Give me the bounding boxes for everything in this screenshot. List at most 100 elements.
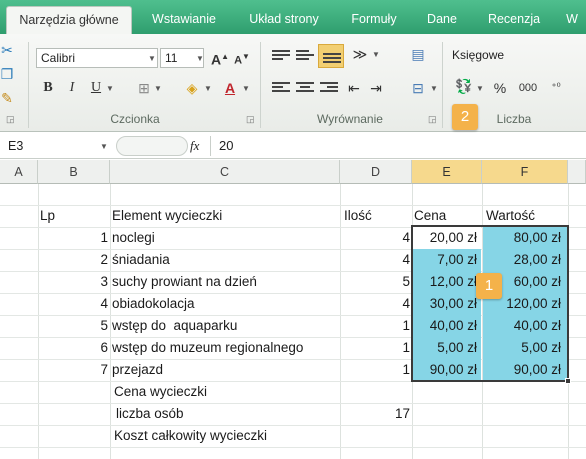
thousands-button[interactable]: 000 <box>514 78 542 100</box>
tab-view[interactable]: W <box>560 6 584 34</box>
cell-lp[interactable]: 1 <box>38 227 108 249</box>
column-header-b[interactable]: B <box>38 160 110 184</box>
shrink-font-button[interactable]: A▼ <box>232 47 252 69</box>
tab-review[interactable]: Recenzja <box>478 6 550 34</box>
tab-formulas[interactable]: Formuły <box>342 6 406 34</box>
header-lp[interactable]: Lp <box>40 205 55 227</box>
cell-ilosc[interactable]: 5 <box>340 271 410 293</box>
chevron-down-icon[interactable]: ▼ <box>154 84 162 93</box>
cut-icon[interactable]: ✂ <box>0 40 14 62</box>
wrap-text-icon[interactable]: ▤ <box>408 44 428 66</box>
cell-wartosc[interactable]: 5,00 zł <box>483 337 567 359</box>
cell-cena[interactable]: 7,00 zł <box>413 249 481 271</box>
chevron-down-icon[interactable]: ▼ <box>204 84 212 93</box>
header-element[interactable]: Element wycieczki <box>112 205 222 227</box>
summary-koszt-label[interactable]: Koszt całkowity wycieczki <box>114 425 267 447</box>
cell-lp[interactable]: 4 <box>38 293 108 315</box>
chevron-down-icon[interactable]: ▼ <box>148 54 156 63</box>
fill-color-icon[interactable]: ◈ <box>182 78 202 100</box>
align-right-icon[interactable] <box>320 80 338 94</box>
chevron-down-icon[interactable]: ▼ <box>430 84 438 93</box>
cell-cena[interactable]: 12,00 zł <box>413 271 481 293</box>
summary-osoby-label[interactable]: liczba osób <box>116 403 184 425</box>
cell-cena-active[interactable]: 20,00 zł <box>413 227 481 249</box>
italic-button[interactable]: I <box>62 78 82 100</box>
header-cena[interactable]: Cena <box>414 205 446 227</box>
clipboard-launcher-icon[interactable]: ◲ <box>6 114 15 125</box>
cell-element[interactable]: obiadokolacja <box>112 293 195 315</box>
font-name-field[interactable]: Calibri <box>36 48 158 68</box>
cell-wartosc[interactable]: 28,00 zł <box>483 249 567 271</box>
chevron-down-icon[interactable]: ▼ <box>100 142 108 151</box>
cell-ilosc[interactable]: 1 <box>340 337 410 359</box>
chevron-down-icon[interactable]: ▼ <box>196 54 204 63</box>
chevron-down-icon[interactable]: ▼ <box>372 50 380 59</box>
font-color-button[interactable]: A <box>220 78 240 100</box>
alignment-launcher-icon[interactable]: ◲ <box>428 114 437 125</box>
cell-element[interactable]: wstęp do muzeum regionalnego <box>112 337 303 359</box>
font-launcher-icon[interactable]: ◲ <box>246 114 255 125</box>
cell-lp[interactable]: 2 <box>38 249 108 271</box>
header-ilosc[interactable]: Ilość <box>344 205 372 227</box>
currency-icon[interactable]: 💱 <box>454 76 474 98</box>
cell-element[interactable]: przejazd <box>112 359 163 381</box>
cell-ilosc[interactable]: 4 <box>340 249 410 271</box>
cell-lp[interactable]: 3 <box>38 271 108 293</box>
copy-icon[interactable]: ❐ <box>0 64 14 86</box>
chevron-down-icon[interactable]: ▼ <box>242 84 250 93</box>
tab-page-layout[interactable]: Układ strony <box>238 6 330 34</box>
tab-insert[interactable]: Wstawianie <box>140 6 228 34</box>
column-header-e[interactable]: E <box>412 160 482 184</box>
column-header-g[interactable] <box>568 160 586 184</box>
chevron-down-icon[interactable]: ▼ <box>106 84 114 93</box>
cell-wartosc[interactable]: 90,00 zł <box>483 359 567 381</box>
cell-cena[interactable]: 90,00 zł <box>413 359 481 381</box>
cell-cena[interactable]: 5,00 zł <box>413 337 481 359</box>
cell-ilosc[interactable]: 1 <box>340 359 410 381</box>
summary-cena-label[interactable]: Cena wycieczki <box>114 381 207 403</box>
align-bottom-button[interactable] <box>318 44 344 68</box>
cell-lp[interactable]: 5 <box>38 315 108 337</box>
chevron-down-icon[interactable]: ▼ <box>476 84 484 93</box>
orientation-icon[interactable]: ≫ <box>350 44 370 66</box>
cell-ilosc[interactable]: 4 <box>340 293 410 315</box>
increase-decimal-icon[interactable]: ⁺⁰ <box>546 78 566 100</box>
tab-data[interactable]: Dane <box>418 6 466 34</box>
cell-element[interactable]: suchy prowiant na dzień <box>112 271 257 293</box>
bold-button[interactable]: B <box>38 78 58 100</box>
cell-element[interactable]: śniadania <box>112 249 170 271</box>
align-top-icon[interactable] <box>272 48 290 62</box>
cell-wartosc[interactable]: 40,00 zł <box>483 315 567 337</box>
merge-center-icon[interactable]: ⊟ <box>408 78 428 100</box>
column-header-c[interactable]: C <box>110 160 340 184</box>
number-format-field[interactable]: Księgowe <box>448 46 586 66</box>
align-left-icon[interactable] <box>272 80 290 94</box>
align-center-icon[interactable] <box>296 80 314 94</box>
insert-function-button[interactable]: fx <box>190 136 199 156</box>
cell-wartosc[interactable]: 80,00 zł <box>483 227 567 249</box>
header-wartosc[interactable]: Wartość <box>486 205 535 227</box>
cell-lp[interactable]: 7 <box>38 359 108 381</box>
cell-cena[interactable]: 30,00 zł <box>413 293 481 315</box>
percent-button[interactable]: % <box>490 78 510 100</box>
tab-home[interactable]: Narzędzia główne <box>6 6 132 34</box>
underline-button[interactable]: U <box>86 78 106 100</box>
cell-lp[interactable]: 6 <box>38 337 108 359</box>
column-header-d[interactable]: D <box>340 160 412 184</box>
format-painter-icon[interactable]: ✎ <box>0 88 14 110</box>
summary-osoby-value[interactable]: 17 <box>340 403 410 425</box>
grow-font-button[interactable]: A▲ <box>210 47 230 69</box>
name-box[interactable]: E3 <box>4 136 112 156</box>
column-header-f[interactable]: F <box>482 160 568 184</box>
fill-handle[interactable] <box>565 378 571 384</box>
increase-indent-icon[interactable]: ⇥ <box>366 78 386 100</box>
cell-ilosc[interactable]: 4 <box>340 227 410 249</box>
cell-element[interactable]: wstęp do aquaparku <box>112 315 237 337</box>
borders-icon[interactable]: ⊞ <box>134 78 154 100</box>
cell-element[interactable]: noclegi <box>112 227 155 249</box>
cell-cena[interactable]: 40,00 zł <box>413 315 481 337</box>
column-header-a[interactable]: A <box>0 160 38 184</box>
cell-ilosc[interactable]: 1 <box>340 315 410 337</box>
align-middle-icon[interactable] <box>296 48 314 62</box>
decrease-indent-icon[interactable]: ⇤ <box>344 78 364 100</box>
